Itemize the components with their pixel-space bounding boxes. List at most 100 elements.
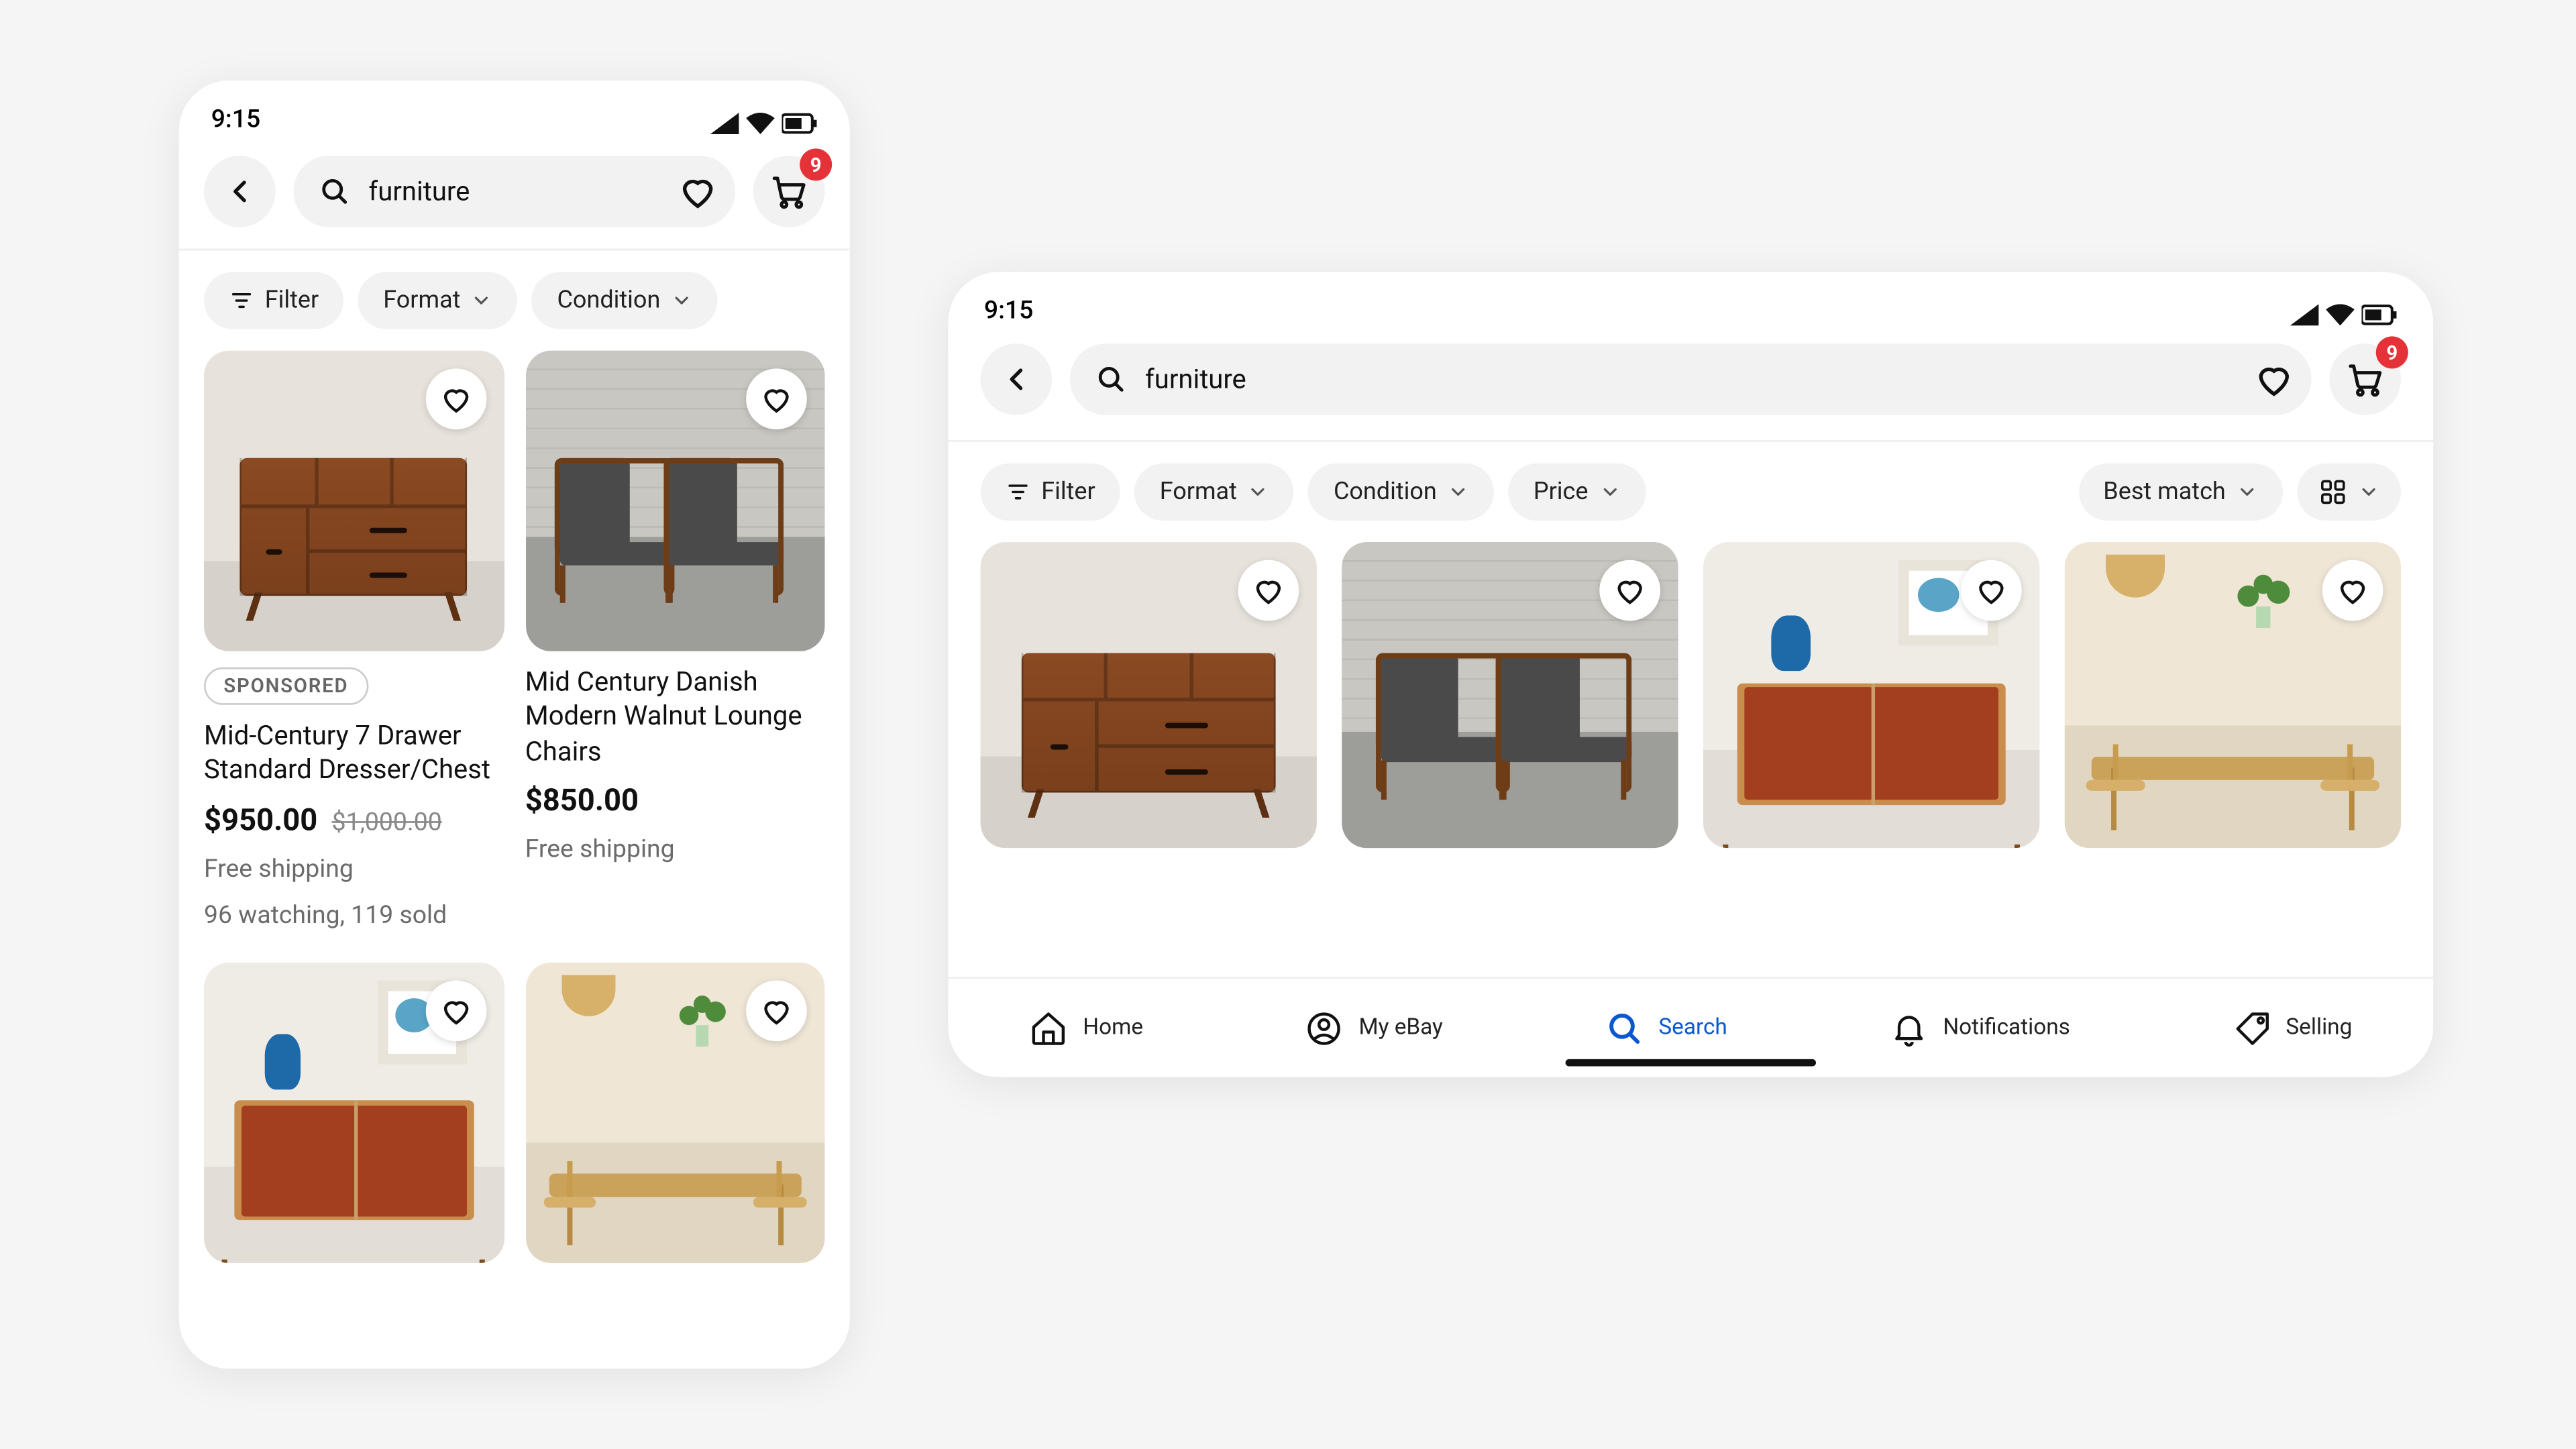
product-tile[interactable] (1342, 542, 1678, 848)
favorite-button[interactable] (1599, 560, 1660, 621)
chip-label: Format (383, 286, 460, 315)
heart-icon (439, 996, 472, 1028)
filter-icon (1006, 480, 1030, 504)
wifi-icon (746, 113, 775, 134)
chevron-down-icon (1248, 481, 1269, 502)
product-image (204, 351, 504, 651)
status-time: 9:15 (211, 105, 261, 134)
bell-icon (1889, 1008, 1929, 1048)
chevron-down-icon (471, 290, 492, 311)
format-chip[interactable]: Format (1134, 464, 1294, 521)
chevron-down-icon (2237, 481, 2258, 502)
condition-chip[interactable]: Condition (532, 272, 718, 329)
status-icons (710, 113, 818, 134)
user-icon (1305, 1008, 1345, 1048)
favorite-button[interactable] (2322, 560, 2383, 621)
favorite-button[interactable] (1238, 560, 1299, 621)
product-tile[interactable] (525, 963, 825, 1263)
heart-icon[interactable] (2254, 360, 2294, 399)
nav-notifications[interactable]: Notifications (1889, 1008, 2070, 1048)
chip-label: Best match (2103, 478, 2225, 506)
status-icons (2290, 304, 2398, 325)
price-chip[interactable]: Price (1509, 464, 1646, 521)
product-tile[interactable] (1703, 542, 2039, 848)
search-bar[interactable]: furniture (1070, 343, 2312, 415)
back-button[interactable] (204, 156, 276, 227)
cellular-icon (710, 113, 739, 134)
product-title: Mid Century Danish Modern Walnut Lounge … (525, 665, 825, 769)
view-toggle[interactable] (2297, 464, 2401, 521)
product-tile[interactable]: Mid Century Danish Modern Walnut Lounge … (525, 351, 825, 934)
product-tile[interactable]: SPONSORED Mid-Century 7 Drawer Standard … (204, 351, 504, 934)
cart-button[interactable]: 9 (753, 156, 825, 227)
wifi-icon (2326, 304, 2355, 325)
filter-chips: Filter Format Condition (179, 250, 850, 350)
filter-chip[interactable]: Filter (981, 464, 1121, 521)
cellular-icon (2290, 304, 2319, 325)
battery-icon (2361, 304, 2397, 325)
favorite-button[interactable] (746, 981, 807, 1042)
search-icon (319, 175, 351, 207)
product-image (525, 963, 825, 1263)
favorite-button[interactable] (425, 368, 486, 429)
chip-label: Format (1160, 478, 1237, 506)
shipping-info: Free shipping (525, 834, 825, 867)
product-image (204, 963, 504, 1263)
chevron-down-icon (671, 290, 692, 311)
search-query: furniture (368, 175, 660, 207)
nav-selling[interactable]: Selling (2232, 1008, 2352, 1048)
status-time: 9:15 (984, 297, 1034, 326)
nav-home[interactable]: Home (1029, 1008, 1143, 1048)
chevron-down-icon (1448, 481, 1469, 502)
status-bar: 9:15 (179, 80, 850, 138)
results-grid: SPONSORED Mid-Century 7 Drawer Standard … (179, 351, 850, 1263)
chip-label: Condition (557, 286, 660, 315)
bottom-nav: Home My eBay Search Notifications Sellin… (949, 977, 2434, 1077)
favorite-button[interactable] (1961, 560, 2022, 621)
watch-sold-info: 96 watching, 119 sold (204, 901, 504, 934)
home-icon (1029, 1008, 1069, 1048)
chip-label: Condition (1334, 478, 1437, 506)
filter-chip[interactable]: Filter (204, 272, 344, 329)
cart-badge: 9 (800, 148, 832, 180)
search-icon (1095, 363, 1127, 395)
nav-myebay[interactable]: My eBay (1305, 1008, 1443, 1048)
product-tile[interactable] (981, 542, 1317, 848)
nav-label: Selling (2286, 1014, 2352, 1041)
product-title: Mid-Century 7 Drawer Standard Dresser/Ch… (204, 718, 504, 788)
chip-label: Price (1534, 478, 1589, 506)
status-bar: 9:15 (949, 272, 2434, 325)
cart-icon (769, 172, 809, 211)
heart-icon (439, 383, 472, 415)
results-row (949, 542, 2434, 848)
cart-icon (2345, 360, 2385, 399)
app-bar: furniture 9 (949, 325, 2434, 441)
chevron-left-icon (998, 362, 1034, 397)
product-tile[interactable] (204, 963, 504, 1263)
nav-label: Search (1658, 1014, 1727, 1041)
filter-icon (229, 288, 254, 313)
format-chip[interactable]: Format (358, 272, 518, 329)
product-tile[interactable] (2065, 542, 2401, 848)
nav-search[interactable]: Search (1605, 1008, 1727, 1048)
favorite-button[interactable] (746, 368, 807, 429)
heart-icon (760, 996, 792, 1028)
heart-icon[interactable] (678, 172, 718, 211)
chip-label: Filter (1041, 478, 1095, 506)
nav-label: Home (1083, 1014, 1143, 1041)
back-button[interactable] (981, 343, 1053, 415)
condition-chip[interactable]: Condition (1309, 464, 1495, 521)
product-original-price: $1,000.00 (332, 808, 442, 837)
grid-icon (2318, 478, 2347, 506)
heart-icon (760, 383, 792, 415)
battery-icon (782, 113, 817, 134)
heart-icon (1975, 574, 2007, 606)
search-bar[interactable]: furniture (293, 156, 735, 227)
chip-label: Filter (265, 286, 319, 315)
sort-chip[interactable]: Best match (2078, 464, 2283, 521)
search-icon (1605, 1008, 1644, 1048)
chevron-left-icon (222, 174, 258, 209)
cart-button[interactable]: 9 (2329, 343, 2401, 415)
heart-icon (1252, 574, 1285, 606)
tag-icon (2232, 1008, 2271, 1048)
